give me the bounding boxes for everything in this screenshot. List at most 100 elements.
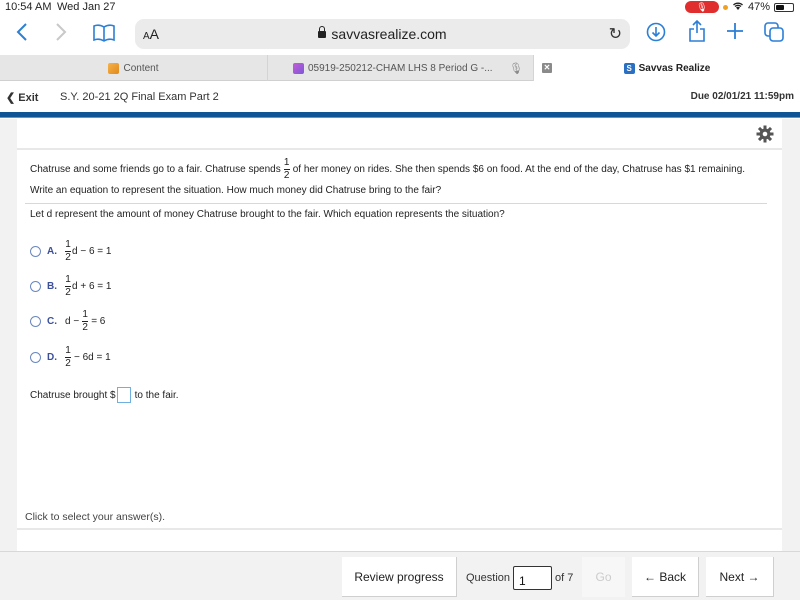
option-d[interactable]: D. 12 − 6d = 1 [30, 346, 111, 369]
tab-content[interactable]: Content [0, 55, 268, 81]
fraction-numerator: 1 [283, 157, 290, 168]
share-icon[interactable] [688, 19, 706, 46]
eq-post: d − 6 = 1 [72, 246, 112, 257]
question-number-input[interactable] [513, 566, 553, 590]
option-letter: B. [47, 281, 57, 292]
header-divider-band [0, 112, 800, 118]
back-chevron-icon[interactable] [16, 22, 28, 46]
settings-gear-icon[interactable] [756, 125, 774, 143]
fraction-denominator: 2 [283, 170, 290, 181]
fraction-numerator: 1 [65, 274, 71, 285]
tab-savvas-realize[interactable]: ✕ S Savvas Realize [534, 55, 800, 81]
radio-button[interactable] [30, 281, 41, 292]
downloads-icon[interactable] [646, 22, 666, 46]
fraction: 12 [65, 240, 71, 263]
date: Wed Jan 27 [57, 1, 116, 13]
url-text: savvasrealize.com [331, 26, 447, 42]
select-answer-hint: Click to select your answer(s). [25, 511, 166, 523]
clock: 10:54 AM [5, 1, 52, 13]
exit-label: Exit [18, 92, 39, 104]
hint-divider [17, 528, 782, 530]
question-stem-line2: Write an equation to represent the situa… [30, 185, 442, 196]
go-button[interactable]: Go [582, 557, 625, 597]
address-bar[interactable]: AA savvasrealize.com ↻ [135, 19, 630, 49]
option-equation: 12 d + 6 = 1 [65, 275, 111, 298]
question-navigator: Question of 7 [466, 566, 573, 590]
answer-prefix: Chatruse brought $ [30, 389, 116, 401]
status-indicators: 🎙 47% [684, 1, 794, 13]
fraction-denominator: 2 [65, 358, 71, 369]
toolbar-divider [17, 148, 782, 150]
question-label: Question [466, 572, 511, 584]
exam-title: S.Y. 20-21 2Q Final Exam Part 2 [60, 91, 219, 103]
battery-icon [774, 2, 794, 12]
eq-post: − 6d = 1 [74, 352, 111, 363]
stem-text: of her money on rides. She then spends $… [292, 164, 746, 176]
bookmarks-book-icon[interactable] [92, 24, 116, 46]
lock-icon [318, 26, 327, 38]
fraction-numerator: 1 [65, 239, 71, 250]
option-a[interactable]: A. 12 d − 6 = 1 [30, 240, 111, 263]
new-tab-plus-icon[interactable] [726, 22, 744, 44]
eq-post: = 6 [91, 316, 106, 327]
option-c[interactable]: C. d − 12 = 6 [30, 310, 105, 333]
fraction-denominator: 2 [65, 287, 71, 298]
assessment-footer: Review progress Question of 7 Go ← Back … [0, 551, 800, 600]
question-panel: Chatruse and some friends go to a fair. … [17, 119, 782, 556]
eq-pre: d − [65, 316, 80, 327]
tab-overview-icon[interactable] [764, 22, 784, 46]
assessment-header: ❮ Exit S.Y. 20-21 2Q Final Exam Part 2 D… [0, 82, 800, 112]
tab-microphone-icon: 🎙 [509, 62, 523, 75]
question-prompt: Let d represent the amount of money Chat… [30, 209, 505, 220]
option-equation: d − 12 = 6 [65, 310, 105, 333]
microphone-active-icon: 🎙 [684, 1, 719, 13]
recording-dot-icon [722, 4, 728, 10]
option-letter: D. [47, 352, 57, 363]
answer-input[interactable] [116, 387, 131, 403]
stem-divider [25, 203, 767, 204]
fraction: 12 [65, 346, 71, 369]
radio-button[interactable] [30, 352, 41, 363]
question-stem-line1: Chatruse and some friends go to a fair. … [30, 158, 745, 181]
browser-tab-strip: Content 05919-250212-CHAM LHS 8 Period G… [0, 55, 800, 81]
wifi-icon [732, 1, 744, 13]
option-letter: C. [47, 316, 57, 327]
close-tab-icon[interactable]: ✕ [542, 63, 552, 73]
tab-video[interactable]: 05919-250212-CHAM LHS 8 Period G -... 🎙 [268, 55, 534, 81]
url-display[interactable]: savvasrealize.com [135, 26, 630, 42]
radio-button[interactable] [30, 316, 41, 327]
radio-button[interactable] [30, 246, 41, 257]
exit-button[interactable]: ❮ Exit [6, 91, 38, 104]
fraction-denominator: 2 [65, 252, 71, 263]
battery-percent: 47% [747, 1, 770, 13]
ios-status-bar: 10:54 AM Wed Jan 27 🎙 47% [0, 0, 800, 16]
tab-label: 05919-250212-CHAM LHS 8 Period G -... [308, 62, 493, 74]
fraction-numerator: 1 [65, 345, 71, 356]
option-b[interactable]: B. 12 d + 6 = 1 [30, 275, 111, 298]
due-date: Due 02/01/21 11:59pm [690, 91, 794, 102]
question-area: Chatruse and some friends go to a fair. … [0, 119, 800, 556]
pencil-icon [108, 62, 120, 74]
next-button[interactable]: Next → [706, 557, 774, 597]
fraction-denominator: 2 [82, 322, 88, 333]
review-progress-button[interactable]: Review progress [342, 557, 457, 597]
fraction: 12 [65, 275, 71, 298]
browser-toolbar: AA savvasrealize.com ↻ [0, 16, 800, 52]
battery-fill [776, 4, 784, 10]
question-total: of 7 [555, 572, 574, 584]
tab-label: Savvas Realize [638, 62, 711, 74]
chevron-left-icon: ❮ [6, 92, 19, 104]
back-button[interactable]: ← Back [632, 557, 699, 597]
fraction: 12 [82, 309, 89, 333]
reload-icon[interactable]: ↻ [609, 24, 622, 44]
forward-chevron-icon[interactable] [55, 22, 67, 46]
fraction-numerator: 1 [82, 309, 88, 320]
video-icon [293, 62, 304, 74]
savvas-logo-icon: S [623, 62, 635, 74]
eq-post: d + 6 = 1 [72, 281, 112, 292]
tab-label: Content [123, 62, 159, 74]
option-equation: 12 d − 6 = 1 [65, 240, 111, 263]
answer-sentence: Chatruse brought $ to the fair. [30, 387, 179, 403]
stem-text: Chatruse and some friends go to a fair. … [30, 164, 281, 176]
option-equation: 12 − 6d = 1 [65, 346, 111, 369]
